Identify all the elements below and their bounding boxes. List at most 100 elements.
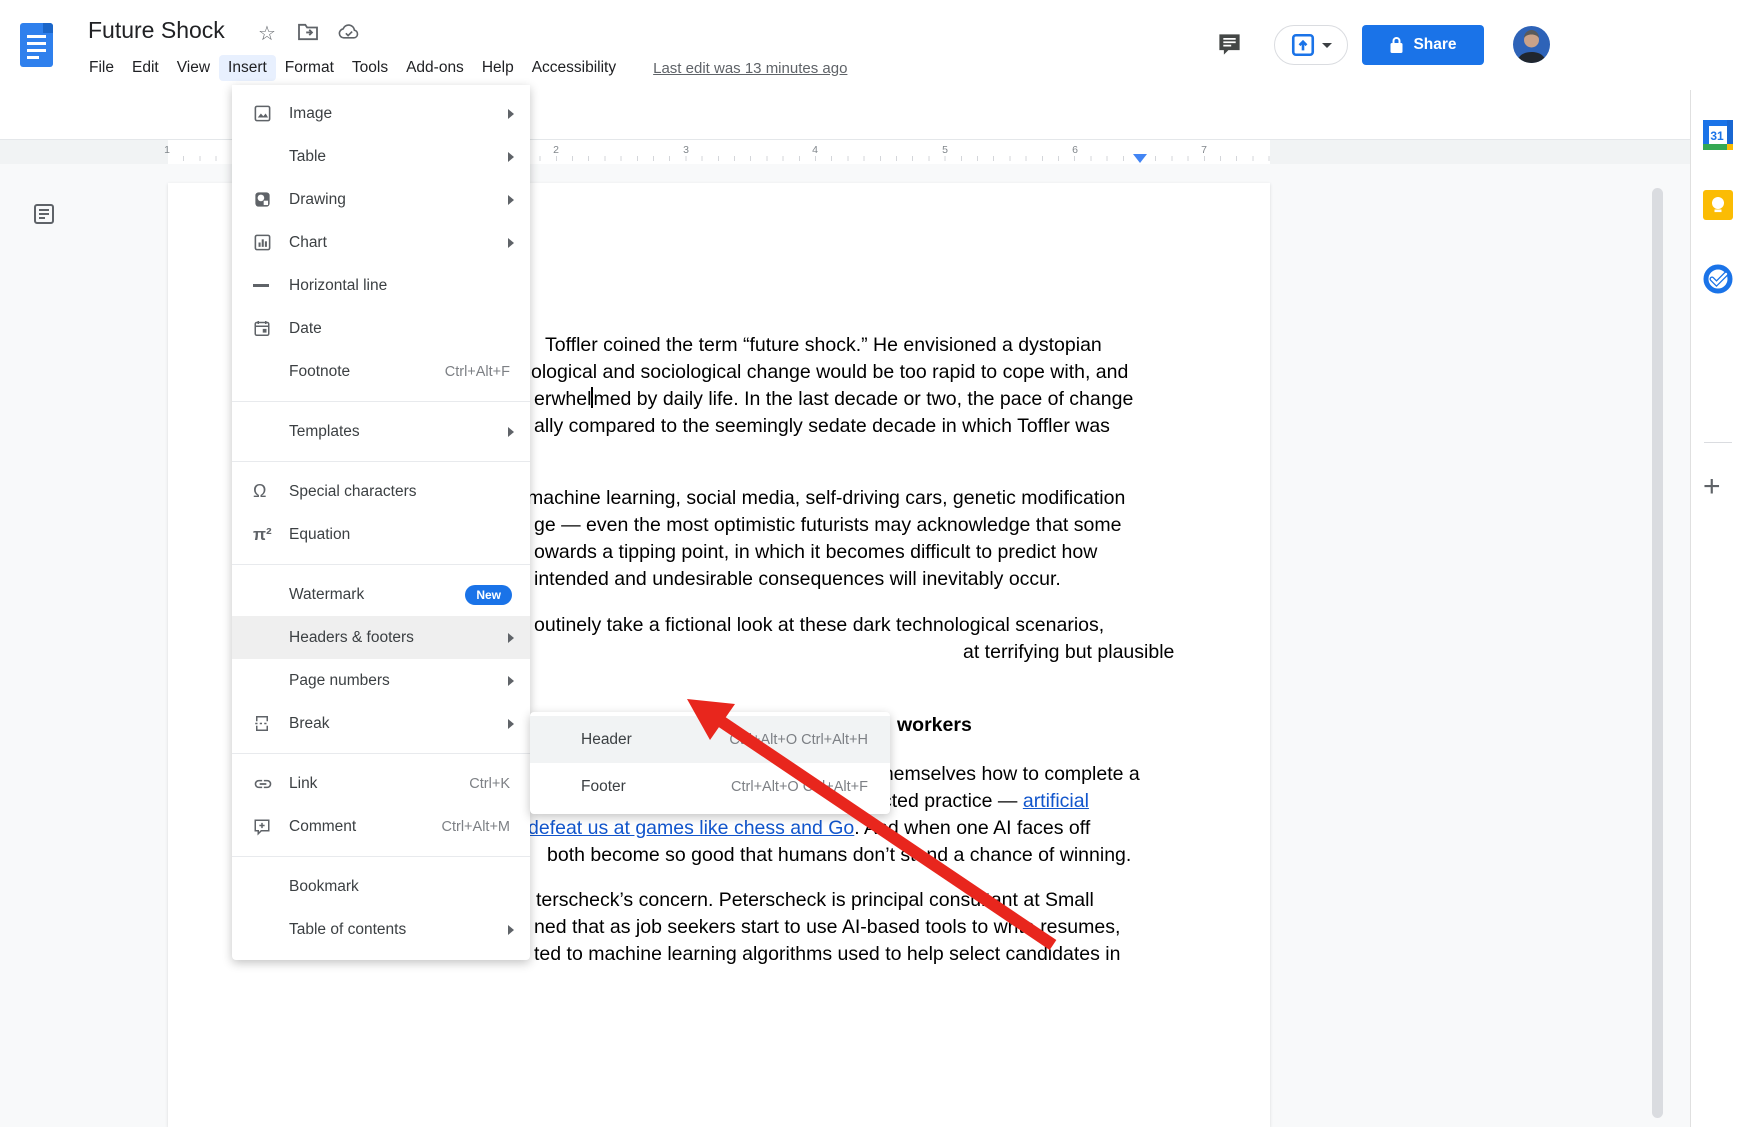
doc-text-line: at terrifying but plausible <box>963 641 1175 663</box>
ruler-number: 6 <box>1072 144 1078 156</box>
doc-text-line: ge — even the most optimistic futurists … <box>534 514 1122 536</box>
doc-hyperlink[interactable]: defeat us at games like chess and Go <box>528 817 854 839</box>
ruler-number: 1 <box>164 144 170 156</box>
chart-icon <box>253 233 289 252</box>
submenu-arrow-icon <box>508 924 514 935</box>
get-addons-icon[interactable]: + <box>1703 470 1721 504</box>
doc-text-line: defeat us at games like chess and Go. An… <box>528 817 1091 839</box>
doc-text-line: outinely take a fictional look at these … <box>534 614 1105 636</box>
cloud-status-icon[interactable] <box>337 23 361 47</box>
show-outline-icon[interactable] <box>32 202 56 226</box>
menu-accessibility[interactable]: Accessibility <box>523 55 625 81</box>
link-icon <box>253 774 289 794</box>
new-badge: New <box>465 584 512 605</box>
ruler-number: 4 <box>812 144 818 156</box>
menu-item-chart[interactable]: Chart <box>232 221 530 264</box>
star-icon[interactable]: ☆ <box>258 21 276 46</box>
menu-item-table-of-contents[interactable]: Table of contents <box>232 908 530 951</box>
submenu-arrow-icon <box>508 237 514 248</box>
google-calendar-icon[interactable]: 31 <box>1701 118 1735 152</box>
submenu-arrow-icon <box>508 632 514 643</box>
submenu-arrow-icon <box>508 194 514 205</box>
doc-text-line: intended and undesirable consequences wi… <box>534 568 1061 590</box>
menu-item-break[interactable]: Break <box>232 702 530 745</box>
titlebar: Future Shock ☆ File Edit View Insert For… <box>0 0 1744 90</box>
menu-help[interactable]: Help <box>473 55 523 81</box>
insert-menu: Image Table Drawing Chart Horizontal lin… <box>232 85 530 960</box>
last-edit-link[interactable]: Last edit was 13 minutes ago <box>653 60 847 77</box>
menu-item-image[interactable]: Image <box>232 92 530 135</box>
menu-item-comment[interactable]: Comment Ctrl+Alt+M <box>232 805 530 848</box>
share-button[interactable]: Share <box>1362 25 1484 65</box>
comment-icon <box>253 818 289 836</box>
submenu-arrow-icon <box>508 108 514 119</box>
doc-text-line: owards a tipping point, in which it beco… <box>534 541 1098 563</box>
menu-item-bookmark[interactable]: Bookmark <box>232 865 530 908</box>
open-comments-icon[interactable] <box>1216 31 1243 63</box>
vertical-scrollbar[interactable] <box>1652 188 1663 1118</box>
account-avatar[interactable] <box>1513 26 1550 63</box>
menu-view[interactable]: View <box>168 55 219 81</box>
submenu-item-footer[interactable]: Footer Ctrl+Alt+O Ctrl+Alt+F <box>530 763 890 810</box>
doc-text-line: erwhel med by daily life. In the last dec… <box>534 387 1134 410</box>
menu-format[interactable]: Format <box>276 55 343 81</box>
move-folder-icon[interactable] <box>297 23 319 47</box>
menu-separator <box>232 564 530 565</box>
present-to-meeting-icon <box>1291 33 1315 57</box>
headers-footers-submenu: Header Ctrl+Alt+O Ctrl+Alt+H Footer Ctrl… <box>530 712 890 814</box>
menu-separator <box>232 753 530 754</box>
menu-item-special-characters[interactable]: Ω Special characters <box>232 470 530 513</box>
menu-edit[interactable]: Edit <box>123 55 168 81</box>
share-label: Share <box>1413 36 1457 53</box>
menu-item-headers-footers[interactable]: Headers & footers <box>232 616 530 659</box>
side-panel: 31 + <box>1690 90 1744 1127</box>
panel-divider <box>1704 442 1732 443</box>
ruler-number: 7 <box>1201 144 1207 156</box>
ruler-number: 3 <box>683 144 689 156</box>
menu-insert[interactable]: Insert <box>219 55 276 81</box>
ruler-number: 5 <box>942 144 948 156</box>
present-dropdown-caret <box>1322 42 1332 48</box>
google-keep-icon[interactable] <box>1701 188 1735 222</box>
menu-item-watermark[interactable]: Watermark New <box>232 573 530 616</box>
menu-separator <box>232 401 530 402</box>
menu-addons[interactable]: Add-ons <box>397 55 473 81</box>
date-icon <box>253 319 289 338</box>
menu-separator <box>232 461 530 462</box>
menu-tools[interactable]: Tools <box>343 55 397 81</box>
menu-item-horizontal-line[interactable]: Horizontal line <box>232 264 530 307</box>
google-tasks-icon[interactable] <box>1701 262 1735 296</box>
doc-text-line: ted to machine learning algorithms used … <box>534 943 1121 965</box>
menu-item-page-numbers[interactable]: Page numbers <box>232 659 530 702</box>
menu-item-footnote[interactable]: Footnote Ctrl+Alt+F <box>232 350 530 393</box>
submenu-arrow-icon <box>508 718 514 729</box>
svg-text:31: 31 <box>1710 129 1724 143</box>
drawing-icon <box>253 190 289 209</box>
doc-section-heading: workers <box>897 714 972 736</box>
doc-text-line: ally compared to the seemingly sedate de… <box>534 415 1110 437</box>
image-icon <box>253 104 289 123</box>
doc-text-line: both become so good that humans don’t st… <box>547 844 1132 866</box>
ruler-number: 2 <box>553 144 559 156</box>
menu-item-equation[interactable]: π² Equation <box>232 513 530 556</box>
menu-item-date[interactable]: Date <box>232 307 530 350</box>
doc-hyperlink[interactable]: artificial <box>1023 790 1089 812</box>
menu-item-templates[interactable]: Templates <box>232 410 530 453</box>
menubar: File Edit View Insert Format Tools Add-o… <box>80 53 847 83</box>
equation-icon: π² <box>253 524 272 544</box>
menu-item-link[interactable]: Link Ctrl+K <box>232 762 530 805</box>
menu-item-table[interactable]: Table <box>232 135 530 178</box>
doc-text-line: machine learning, social media, self-dri… <box>527 487 1126 509</box>
lock-icon <box>1390 37 1403 53</box>
submenu-item-header[interactable]: Header Ctrl+Alt+O Ctrl+Alt+H <box>530 716 890 763</box>
google-docs-logo-icon[interactable] <box>20 23 53 67</box>
menu-file[interactable]: File <box>80 55 123 81</box>
page-break-icon <box>253 714 289 733</box>
right-indent-marker[interactable] <box>1133 154 1147 163</box>
menu-item-drawing[interactable]: Drawing <box>232 178 530 221</box>
doc-text-line: ological and sociological change would b… <box>531 361 1129 383</box>
submenu-arrow-icon <box>508 151 514 162</box>
present-button[interactable] <box>1274 25 1348 65</box>
document-title[interactable]: Future Shock <box>88 17 225 44</box>
omega-icon: Ω <box>253 481 267 501</box>
